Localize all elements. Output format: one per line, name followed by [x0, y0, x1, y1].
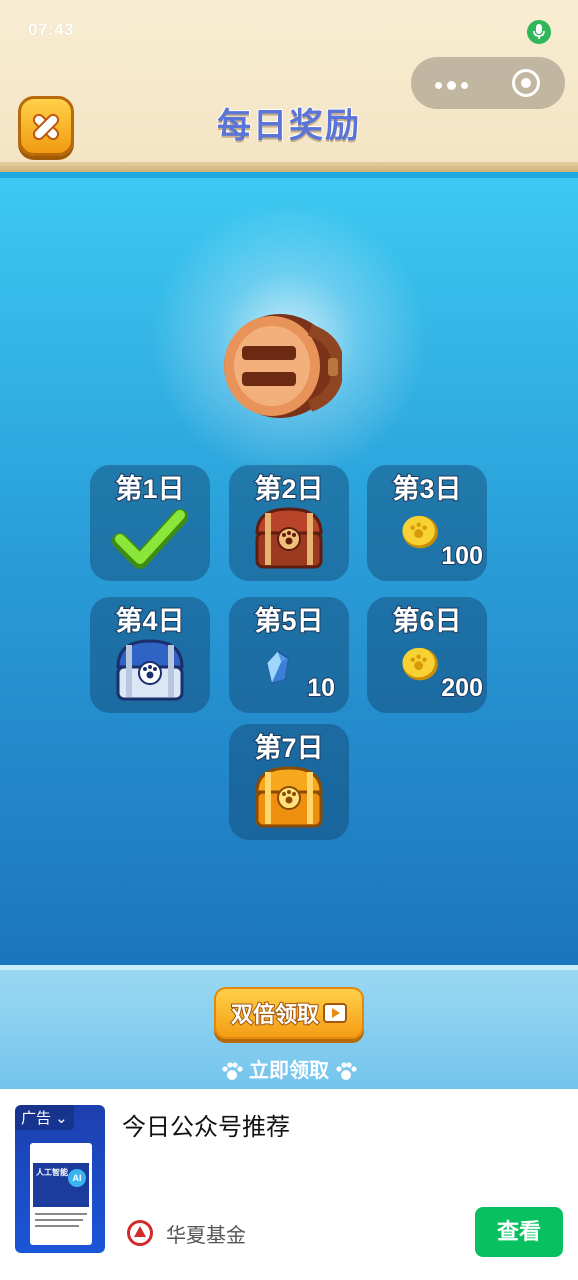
day-label: 第6日: [391, 605, 462, 637]
day-tile-6[interactable]: 第6日 200: [367, 597, 487, 713]
day-tile-3[interactable]: 第3日 100: [367, 465, 487, 581]
ad-banner[interactable]: 广告 ⌄ 人工智能 AI 今日公众号推荐 华夏基金 查看: [0, 1089, 578, 1280]
crystal-icon: [266, 650, 289, 684]
paw-icon: [335, 1062, 357, 1080]
more-menu-icon[interactable]: [435, 77, 485, 91]
day-tile-5[interactable]: 第5日 10: [229, 597, 349, 713]
reward-amount: 10: [306, 673, 336, 703]
status-time: 07:43: [28, 20, 74, 39]
video-icon: [323, 1003, 347, 1023]
day-tile-7[interactable]: 第7日: [229, 724, 349, 840]
reward-amount: 200: [440, 673, 484, 703]
mic-icon: [527, 20, 551, 44]
day-tile-2[interactable]: 第2日: [229, 465, 349, 581]
double-claim-label: 双倍领取: [230, 1001, 320, 1028]
day-label: 第2日: [253, 473, 324, 505]
day-label: 第7日: [253, 732, 324, 764]
day-label: 第3日: [391, 473, 462, 505]
page-title: 每日奖励: [216, 106, 361, 146]
blue-chest-icon: [116, 639, 184, 701]
day-label: 第4日: [114, 605, 185, 637]
claim-now-link[interactable]: 立即领取: [0, 1054, 578, 1083]
view-button[interactable]: 查看: [475, 1207, 563, 1257]
ad-thumb-text: 人工智能: [36, 1168, 68, 1177]
double-claim-button[interactable]: 双倍领取: [214, 987, 364, 1039]
header-bar: 07:43 每日奖励: [0, 0, 578, 172]
ad-title: 今日公众号推荐: [122, 1114, 290, 1141]
paw-icon: [222, 1062, 244, 1080]
gold-chest-icon: [255, 766, 323, 828]
claim-now-label: 立即领取: [249, 1060, 329, 1082]
big-chest-icon: [224, 314, 342, 418]
ai-badge: AI: [68, 1169, 86, 1187]
exit-miniprogram-icon[interactable]: [512, 69, 540, 97]
ad-document-preview: 人工智能 AI: [30, 1143, 92, 1245]
checkmark-icon: [112, 509, 188, 569]
day-label: 第5日: [253, 605, 324, 637]
ad-tag[interactable]: 广告 ⌄: [15, 1105, 74, 1130]
ad-thumbnail[interactable]: 广告 ⌄ 人工智能 AI: [15, 1105, 105, 1253]
day-label: 第1日: [114, 473, 185, 505]
day-tile-1[interactable]: 第1日: [90, 465, 210, 581]
brown-chest-icon: [255, 507, 323, 569]
day-tile-4[interactable]: 第4日: [90, 597, 210, 713]
fund-logo-icon: [127, 1220, 153, 1246]
reward-amount: 100: [440, 541, 484, 571]
ad-source: 华夏基金: [166, 1225, 246, 1247]
